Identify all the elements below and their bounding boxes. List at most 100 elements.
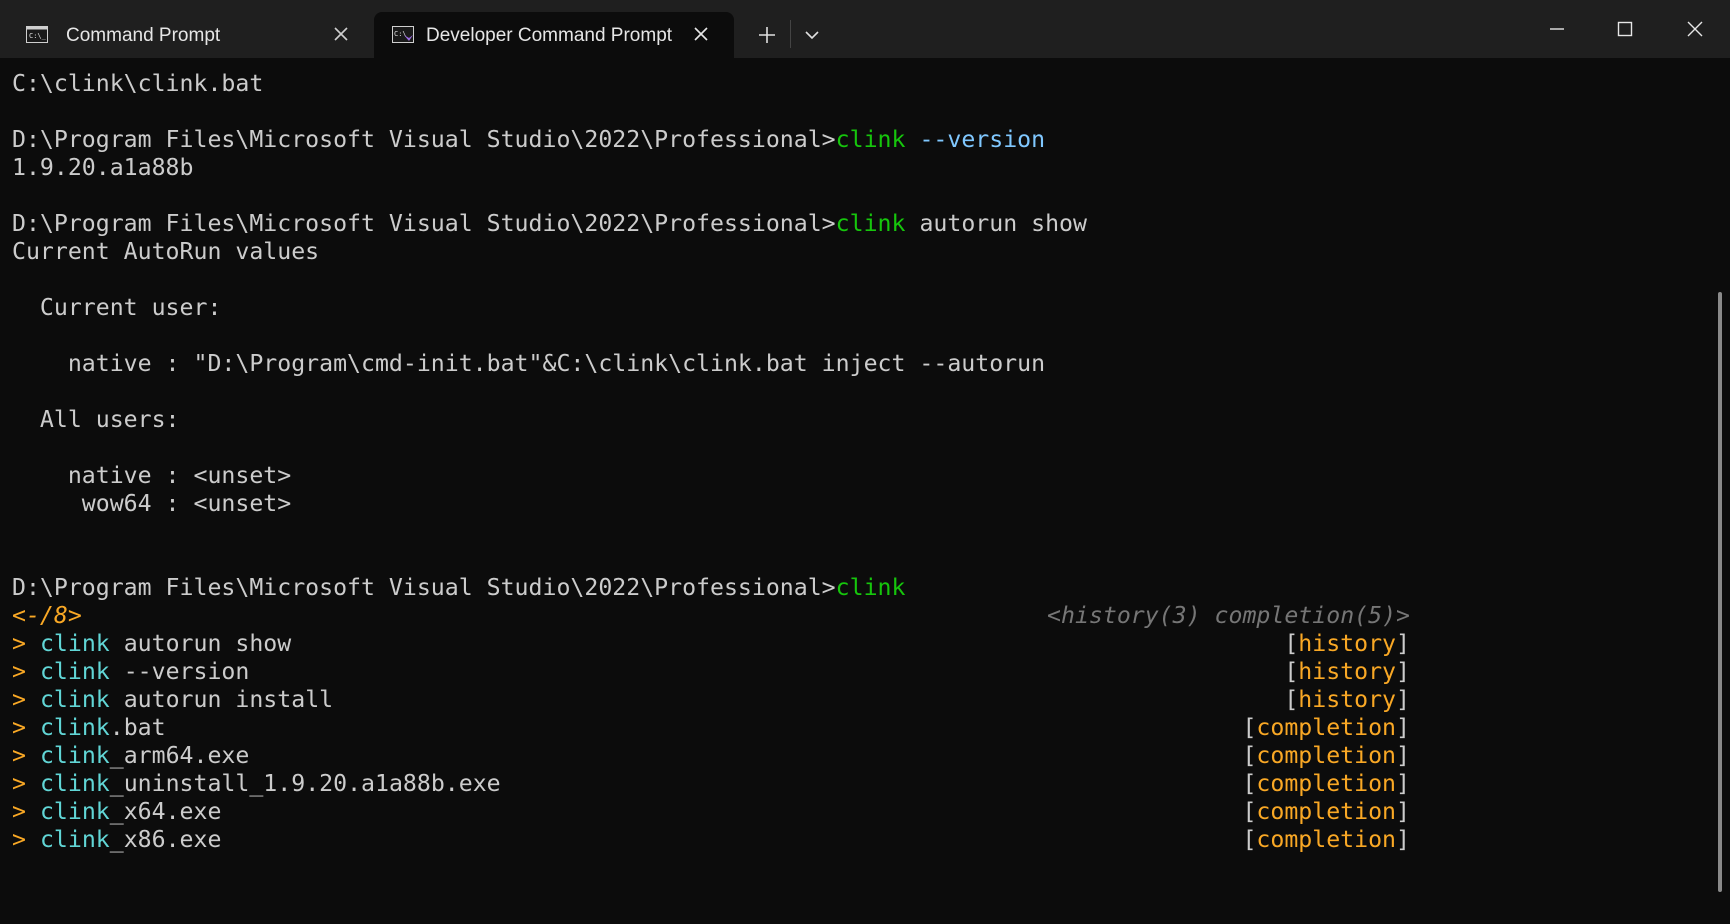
source-label: history — [1298, 630, 1397, 657]
entry-text: _arm64.exe — [109, 742, 250, 769]
output-line: native : "D:\Program\cmd-init.bat"&C:\cl… — [12, 350, 1046, 377]
dev-cmd-icon: C:\ — [392, 26, 414, 43]
close-tab-icon[interactable] — [690, 23, 712, 45]
entry-text: _x86.exe — [109, 826, 222, 853]
entry-source: [completion] — [1242, 742, 1410, 770]
close-icon[interactable] — [1682, 16, 1708, 42]
command-line: D:\Program Files\Microsoft Visual Studio… — [12, 126, 1045, 154]
source-label: completion — [1256, 770, 1397, 797]
match-text: clink — [39, 714, 110, 741]
bracket: ] — [1396, 826, 1410, 853]
entry-source: [history] — [1284, 658, 1410, 686]
list-marker: > — [12, 826, 26, 853]
command-name: clink — [835, 574, 906, 601]
bracket: ] — [1396, 798, 1410, 825]
list-marker: > — [12, 742, 26, 769]
entry-text: _uninstall_1.9.20.a1a88b.exe — [109, 770, 501, 797]
output-line: native : <unset> — [12, 462, 292, 489]
list-item[interactable]: > clink_uninstall_1.9.20.a1a88b.exe — [12, 770, 501, 798]
command-argument: autorun show — [919, 210, 1087, 237]
source-label: completion — [1256, 798, 1397, 825]
entry-source: [history] — [1284, 686, 1410, 714]
list-marker: > — [12, 770, 26, 797]
list-item[interactable]: > clink_x64.exe — [12, 798, 221, 826]
output-line: 1.9.20.a1a88b — [12, 154, 194, 181]
prompt: D:\Program Files\Microsoft Visual Studio… — [12, 210, 836, 237]
tab-divider — [790, 20, 791, 48]
popup-summary: <history(3) completion(5)> — [1047, 602, 1410, 629]
command-argument: --version — [919, 126, 1046, 153]
entry-source: [completion] — [1242, 826, 1410, 854]
command-name: clink — [835, 126, 906, 153]
tab-label: Command Prompt — [66, 25, 221, 46]
prompt: D:\Program Files\Microsoft Visual Studio… — [12, 126, 836, 153]
entry-source: [completion] — [1242, 714, 1410, 742]
plus-icon[interactable] — [754, 22, 780, 48]
chevron-down-icon[interactable] — [802, 25, 822, 45]
match-text: clink — [39, 742, 110, 769]
match-text: clink — [39, 798, 110, 825]
scrollbar[interactable] — [1718, 292, 1722, 892]
source-label: completion — [1256, 742, 1397, 769]
tab-developer-command-prompt[interactable]: C:\ Developer Command Prompt — [374, 12, 734, 58]
bracket: [ — [1242, 742, 1257, 769]
output-line: C:\clink\clink.bat — [12, 70, 264, 97]
bracket: ] — [1396, 714, 1410, 741]
list-item[interactable]: > clink.bat — [12, 714, 166, 742]
source-label: completion — [1256, 714, 1397, 741]
bracket: [ — [1242, 798, 1257, 825]
entry-text: autorun show — [109, 630, 292, 657]
tab-command-prompt[interactable]: C:\_ Command Prompt — [8, 12, 370, 58]
bracket: ] — [1396, 770, 1410, 797]
bracket: [ — [1242, 826, 1257, 853]
command-line: D:\Program Files\Microsoft Visual Studio… — [12, 574, 905, 602]
close-tab-icon[interactable] — [330, 23, 352, 45]
minimize-icon[interactable] — [1544, 16, 1570, 42]
entry-text: autorun install — [109, 686, 334, 713]
output-line: Current AutoRun values — [12, 238, 320, 265]
source-label: history — [1298, 658, 1397, 685]
bracket: ] — [1396, 658, 1410, 685]
maximize-icon[interactable] — [1612, 16, 1638, 42]
prompt: D:\Program Files\Microsoft Visual Studio… — [12, 574, 836, 601]
list-marker: > — [12, 686, 26, 713]
popup-counter: <-/8> — [12, 602, 82, 629]
match-text: clink — [39, 770, 110, 797]
list-marker: > — [12, 714, 26, 741]
svg-text:C:\: C:\ — [394, 30, 407, 38]
match-text: clink — [39, 630, 110, 657]
title-bar: C:\_ Command Prompt C:\ Developer Comman… — [0, 0, 1730, 58]
bracket: ] — [1396, 686, 1410, 713]
list-item[interactable]: > clink_x86.exe — [12, 826, 221, 854]
entry-source: [history] — [1284, 630, 1410, 658]
entry-text: --version — [109, 658, 250, 685]
entry-text: _x64.exe — [109, 798, 222, 825]
list-marker: > — [12, 630, 26, 657]
cmd-icon: C:\_ — [26, 26, 48, 43]
bracket: [ — [1284, 630, 1299, 657]
bracket: ] — [1396, 630, 1410, 657]
command-name: clink — [835, 210, 906, 237]
list-item[interactable]: > clink autorun show — [12, 630, 291, 658]
source-label: completion — [1256, 826, 1397, 853]
match-text: clink — [39, 826, 110, 853]
tab-label: Developer Command Prompt — [426, 25, 673, 46]
bracket: ] — [1396, 742, 1410, 769]
bracket: [ — [1284, 658, 1299, 685]
list-marker: > — [12, 658, 26, 685]
list-item[interactable]: > clink autorun install — [12, 686, 333, 714]
command-line: D:\Program Files\Microsoft Visual Studio… — [12, 210, 1087, 238]
terminal-output[interactable]: C:\clink\clink.bat D:\Program Files\Micr… — [0, 58, 1716, 924]
output-line: Current user: — [12, 294, 222, 321]
list-marker: > — [12, 798, 26, 825]
bracket: [ — [1242, 770, 1257, 797]
bracket: [ — [1284, 686, 1299, 713]
output-line: wow64 : <unset> — [12, 490, 292, 517]
output-line: All users: — [12, 406, 180, 433]
entry-source: [completion] — [1242, 798, 1410, 826]
list-item[interactable]: > clink --version — [12, 658, 249, 686]
bracket: [ — [1242, 714, 1257, 741]
list-item[interactable]: > clink_arm64.exe — [12, 742, 249, 770]
match-text: clink — [39, 686, 110, 713]
entry-text: .bat — [109, 714, 166, 741]
